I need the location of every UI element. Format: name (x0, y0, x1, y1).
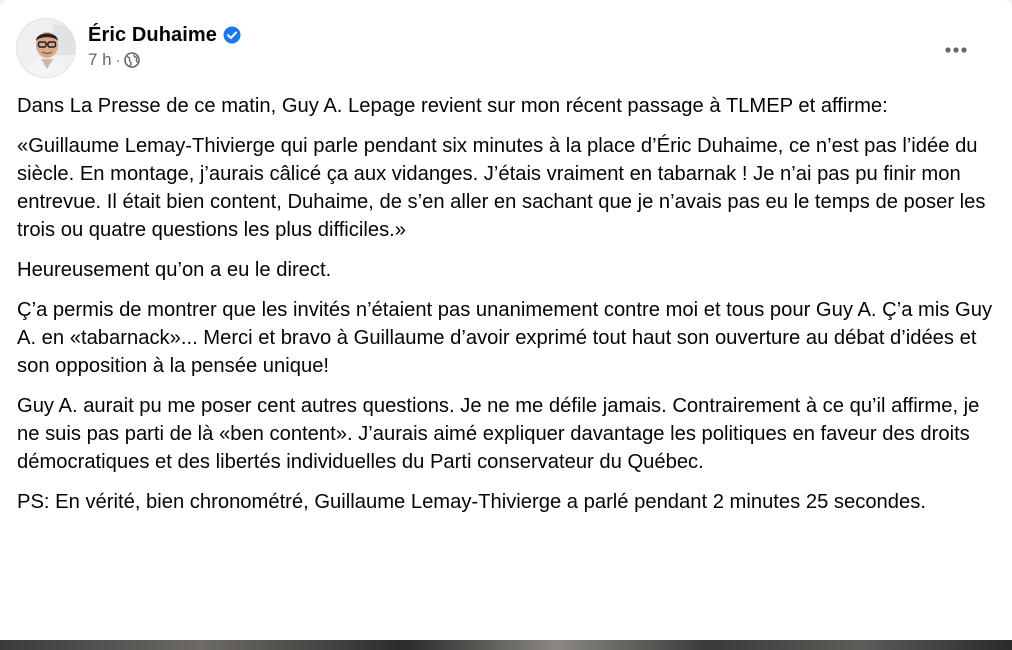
post-paragraph: Ç’a permis de montrer que les invités n’… (17, 299, 993, 377)
post-paragraph: «Guillaume Lemay-Thivierge qui parle pen… (17, 135, 986, 241)
post-header: Éric Duhaime 7 h · (16, 18, 996, 80)
verified-badge-icon (223, 26, 241, 44)
post-card: Éric Duhaime 7 h · Dans La Presse de ce … (0, 0, 1012, 650)
author-block: Éric Duhaime 7 h · (88, 22, 241, 70)
author-name[interactable]: Éric Duhaime (88, 24, 217, 47)
more-options-icon (945, 47, 967, 53)
post-media-image[interactable] (0, 640, 1012, 650)
post-time[interactable]: 7 h (88, 50, 112, 70)
post-meta: 7 h · (88, 50, 241, 70)
profile-photo-icon (17, 19, 75, 77)
author-row: Éric Duhaime (88, 22, 241, 48)
post-text: Dans La Presse de ce matin, Guy A. Lepag… (17, 92, 997, 528)
post-paragraph: Heureusement qu’on a eu le direct. (17, 259, 332, 281)
author-avatar[interactable] (16, 18, 76, 78)
post-paragraph: Dans La Presse de ce matin, Guy A. Lepag… (17, 95, 888, 117)
globe-icon[interactable] (124, 52, 141, 68)
post-paragraph: PS: En vérité, bien chronométré, Guillau… (17, 491, 926, 513)
more-options-button[interactable] (938, 32, 974, 68)
post-paragraph: Guy A. aurait pu me poser cent autres qu… (17, 395, 980, 473)
meta-separator: · (115, 52, 121, 68)
